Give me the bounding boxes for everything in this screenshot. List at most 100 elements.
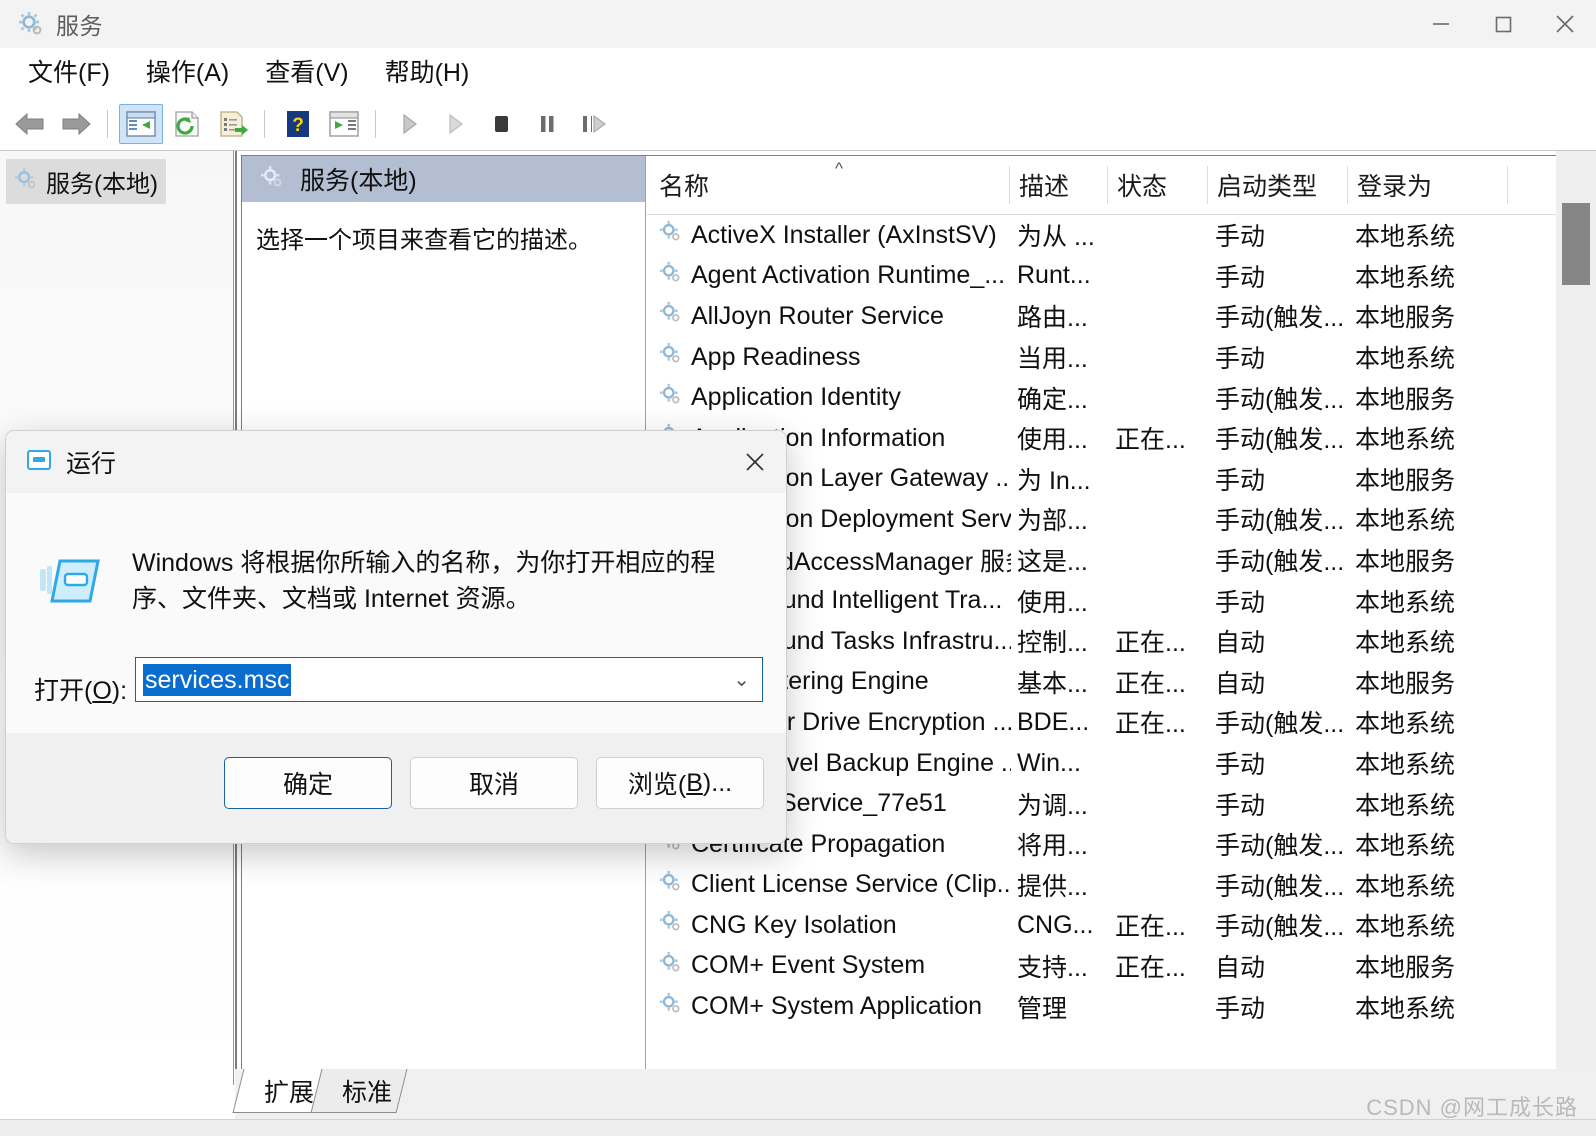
- cell-description: 控制...: [1017, 629, 1088, 658]
- show-hide-action-pane-icon[interactable]: [322, 104, 366, 144]
- vertical-scrollbar[interactable]: [1556, 151, 1596, 1085]
- table-row[interactable]: Application Information 使用... 正在... 手动(触发..…: [647, 418, 1596, 459]
- back-icon[interactable]: [8, 104, 52, 144]
- cell-service-name: Application Identity: [659, 377, 1011, 418]
- sidebar-item-services-local[interactable]: 服务(本地): [6, 159, 166, 204]
- service-name-label: COM+ Event System: [691, 951, 926, 980]
- cell-service-name: COM+ System Application: [659, 986, 1011, 1027]
- table-row[interactable]: Background Intelligent Tra... 使用... 手动 本地系统: [647, 580, 1596, 621]
- table-row[interactable]: COM+ Event System 支持... 正在... 自动 本地服务: [647, 946, 1596, 987]
- service-name-label: AllJoyn Router Service: [691, 301, 944, 330]
- cell-logon-as: 本地系统: [1355, 994, 1456, 1023]
- list-header: 名称 ^ 描述 状态 启动类型 登录为: [647, 156, 1596, 215]
- cell-startup-type: 手动(触发...: [1215, 913, 1345, 942]
- column-header-status[interactable]: 状态: [1117, 156, 1209, 214]
- pause-service-icon[interactable]: [525, 104, 569, 144]
- show-hide-console-tree-icon[interactable]: [119, 104, 163, 144]
- cell-logon-as: 本地服务: [1355, 466, 1456, 495]
- cell-startup-type: 手动(触发...: [1215, 710, 1345, 739]
- table-row[interactable]: Client License Service (Clip... 提供... 手动(触…: [647, 865, 1596, 906]
- table-row[interactable]: Application Identity 确定... 手动(触发... 本地服务: [647, 377, 1596, 418]
- column-header-logon-as[interactable]: 登录为: [1357, 156, 1497, 214]
- tab-extended[interactable]: 扩展: [232, 1069, 330, 1113]
- menu-view[interactable]: 查看(V): [249, 60, 364, 86]
- gear-icon: [659, 870, 682, 900]
- cell-logon-as: 本地系统: [1355, 263, 1456, 292]
- cell-description: 管理: [1017, 994, 1068, 1023]
- cell-startup-type: 手动: [1215, 263, 1266, 292]
- cell-description: 这是...: [1017, 548, 1088, 577]
- toolbar: ?: [0, 98, 1596, 151]
- chevron-down-icon[interactable]: ⌄: [733, 667, 750, 692]
- cell-status: 正在...: [1115, 629, 1186, 658]
- close-button[interactable]: [1534, 0, 1596, 48]
- minimize-button[interactable]: [1410, 0, 1472, 48]
- cell-logon-as: 本地系统: [1355, 426, 1456, 455]
- table-row[interactable]: CaptureService_77e51 为调... 手动 本地系统: [647, 783, 1596, 824]
- cell-startup-type: 手动(触发...: [1215, 832, 1345, 861]
- run-dialog-description: Windows 将根据你所输入的名称，为你打开相应的程序、文件夹、文档或 Int…: [132, 549, 716, 614]
- scrollbar-thumb[interactable]: [1562, 203, 1590, 285]
- run-dialog-close-button[interactable]: [724, 431, 786, 493]
- table-row[interactable]: Base Filtering Engine 基本... 正在... 自动 本地服务: [647, 662, 1596, 703]
- table-row[interactable]: Background Tasks Infrastru... 控制... 正在... 自…: [647, 621, 1596, 662]
- tab-standard-label: 标准: [342, 1079, 393, 1107]
- cell-startup-type: 手动(触发...: [1215, 872, 1345, 901]
- stop-service-icon[interactable]: [479, 104, 523, 144]
- start-service-icon[interactable]: [387, 104, 431, 144]
- table-row[interactable]: Application Layer Gateway ... 为 In... 手动 本地…: [647, 459, 1596, 500]
- column-header-description[interactable]: 描述: [1019, 156, 1111, 214]
- table-row[interactable]: CNG Key Isolation CNG... 正在... 手动(触发... 本地系统: [647, 905, 1596, 946]
- table-row[interactable]: BitLocker Drive Encryption ... BDE... 正在..…: [647, 702, 1596, 743]
- maximize-button[interactable]: [1472, 0, 1534, 48]
- cell-description: 提供...: [1017, 872, 1088, 901]
- cancel-button[interactable]: 取消: [410, 757, 578, 809]
- table-row[interactable]: ActiveX Installer (AxInstSV) 为从 ... 手动 本地系统: [647, 215, 1596, 256]
- cell-status: [1115, 986, 1213, 1027]
- restart-service-icon[interactable]: [571, 104, 615, 144]
- cell-status: [1115, 377, 1213, 418]
- cell-service-name: Agent Activation Runtime_...: [659, 256, 1011, 297]
- tab-standard[interactable]: 标准: [310, 1069, 408, 1113]
- cell-status: [1115, 215, 1213, 256]
- cell-status: [1115, 459, 1213, 500]
- cell-logon-as: 本地系统: [1355, 913, 1456, 942]
- table-row[interactable]: Agent Activation Runtime_... Runt... 手动 本地系…: [647, 256, 1596, 297]
- run-open-input-value[interactable]: services.msc: [143, 663, 292, 696]
- table-row[interactable]: Application Deployment Service ...为部...手…: [647, 499, 1596, 540]
- list-rows: ActiveX Installer (AxInstSV) 为从 ... 手动 本地系统…: [647, 215, 1596, 1080]
- menu-help[interactable]: 帮助(H): [369, 60, 486, 86]
- svg-text:?: ?: [292, 115, 304, 136]
- table-row[interactable]: Block Level Backup Engine ... Win... 手动 本地系…: [647, 743, 1596, 784]
- table-row[interactable]: Certificate Propagation 将用... 手动(触发... 本地系统: [647, 824, 1596, 865]
- table-row[interactable]: AllJoyn Router Service 路由... 手动(触发... 本地服务: [647, 296, 1596, 337]
- refresh-icon[interactable]: [165, 104, 209, 144]
- browse-button[interactable]: 浏览(B)...: [596, 757, 764, 809]
- table-row[interactable]: COM+ System Application 管理 手动 本地系统: [647, 986, 1596, 1027]
- ok-button[interactable]: 确定: [224, 757, 392, 809]
- table-row[interactable]: App Readiness 当用... 手动 本地系统: [647, 337, 1596, 378]
- run-open-combobox[interactable]: services.msc ⌄: [135, 657, 763, 702]
- table-row[interactable]: AssignedAccessManager 服务 这是... 手动(触发... 本地服…: [647, 540, 1596, 581]
- cell-startup-type: 手动(触发...: [1215, 426, 1345, 455]
- cell-startup-type: 手动(触发...: [1215, 548, 1345, 577]
- cell-description: CNG...: [1017, 910, 1094, 939]
- cell-logon-as: 本地系统: [1355, 710, 1456, 739]
- cell-status: 正在...: [1115, 669, 1186, 698]
- cell-logon-as: 本地服务: [1355, 385, 1456, 414]
- cell-logon-as: 本地系统: [1355, 223, 1456, 252]
- menu-file[interactable]: 文件(F): [12, 60, 126, 86]
- cell-startup-type: 手动: [1215, 466, 1266, 495]
- details-header: 服务(本地): [242, 156, 645, 202]
- resume-service-icon[interactable]: [433, 104, 477, 144]
- sidebar-item-label: 服务(本地): [46, 171, 158, 198]
- forward-icon[interactable]: [54, 104, 98, 144]
- cell-logon-as: 本地系统: [1355, 872, 1456, 901]
- help-icon[interactable]: ?: [276, 104, 320, 144]
- menu-bar: 文件(F) 操作(A) 查看(V) 帮助(H): [0, 48, 1596, 99]
- export-list-icon[interactable]: [211, 104, 255, 144]
- cell-logon-as: 本地服务: [1355, 953, 1456, 982]
- cell-description: 为调...: [1017, 791, 1088, 820]
- column-header-startup-type[interactable]: 启动类型: [1217, 156, 1347, 214]
- menu-action[interactable]: 操作(A): [130, 60, 245, 86]
